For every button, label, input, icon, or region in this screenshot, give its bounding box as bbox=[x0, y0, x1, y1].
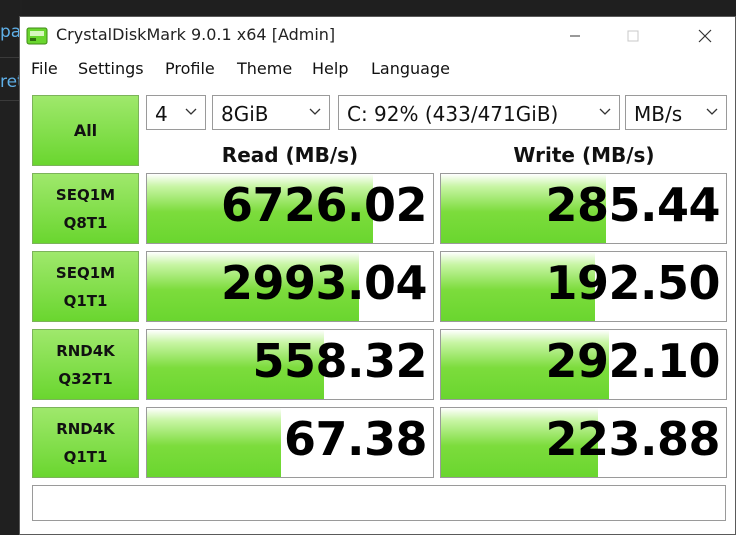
title-bar[interactable]: CrystalDiskMark 9.0.1 x64 [Admin] bbox=[20, 17, 735, 54]
write-result-seq1m-q8t1: 285.44 bbox=[440, 173, 727, 244]
test-params: Q1T1 bbox=[63, 291, 108, 310]
maximize-icon bbox=[627, 30, 639, 41]
close-icon bbox=[698, 29, 712, 42]
menu-settings[interactable]: Settings bbox=[78, 59, 144, 78]
write-header: Write (MB/s) bbox=[513, 143, 655, 167]
chevron-down-icon bbox=[706, 108, 718, 115]
read-result-rnd4k-q32t1: 558.32 bbox=[146, 329, 434, 400]
disk-icon bbox=[26, 27, 48, 45]
result-value: 67.38 bbox=[283, 412, 428, 466]
test-name: RND4K bbox=[56, 419, 115, 438]
test-count-select[interactable]: 4 bbox=[146, 95, 206, 130]
test-params: Q8T1 bbox=[63, 213, 108, 232]
benchmark-panel: All 4 8GiB C: 92% (433/471GiB) MB/s Read… bbox=[20, 87, 735, 534]
window-title: CrystalDiskMark 9.0.1 x64 [Admin] bbox=[56, 25, 336, 44]
result-value: 192.50 bbox=[545, 256, 720, 310]
unit-select[interactable]: MB/s bbox=[625, 95, 727, 130]
drive-value: C: 92% (433/471GiB) bbox=[347, 102, 559, 126]
test-name: SEQ1M bbox=[55, 263, 116, 282]
all-button[interactable]: All bbox=[32, 95, 139, 166]
unit-value: MB/s bbox=[634, 102, 683, 126]
maximize-button[interactable] bbox=[610, 17, 656, 54]
crystaldiskmark-window: CrystalDiskMark 9.0.1 x64 [Admin] File S… bbox=[19, 16, 736, 535]
chevron-down-icon bbox=[309, 108, 321, 115]
result-value: 6726.02 bbox=[220, 178, 428, 232]
minimize-icon bbox=[570, 35, 580, 36]
menu-profile[interactable]: Profile bbox=[165, 59, 215, 78]
result-value: 285.44 bbox=[545, 178, 720, 232]
test-params: Q1T1 bbox=[63, 447, 108, 466]
menu-language[interactable]: Language bbox=[371, 59, 450, 78]
result-bar bbox=[147, 408, 282, 477]
result-value: 2993.04 bbox=[220, 256, 428, 310]
write-result-rnd4k-q32t1: 292.10 bbox=[440, 329, 727, 400]
test-size-select[interactable]: 8GiB bbox=[212, 95, 330, 130]
menu-file[interactable]: File bbox=[31, 59, 58, 78]
chevron-down-icon bbox=[599, 108, 611, 115]
test-params: Q32T1 bbox=[58, 369, 113, 388]
chevron-down-icon bbox=[185, 108, 197, 115]
close-button[interactable] bbox=[682, 17, 728, 54]
read-result-rnd4k-q1t1: 67.38 bbox=[146, 407, 434, 478]
menu-bar: File Settings Profile Theme Help Languag… bbox=[20, 55, 735, 85]
write-result-seq1m-q1t1: 192.50 bbox=[440, 251, 727, 322]
read-header: Read (MB/s) bbox=[221, 143, 359, 167]
test-name: SEQ1M bbox=[55, 185, 116, 204]
test-seq1m-q1t1-button[interactable]: SEQ1M Q1T1 bbox=[32, 251, 139, 322]
menu-help[interactable]: Help bbox=[312, 59, 348, 78]
result-value: 558.32 bbox=[252, 334, 427, 388]
read-result-seq1m-q1t1: 2993.04 bbox=[146, 251, 434, 322]
test-count-value: 4 bbox=[155, 102, 168, 126]
minimize-button[interactable] bbox=[552, 17, 598, 54]
test-rnd4k-q1t1-button[interactable]: RND4K Q1T1 bbox=[32, 407, 139, 478]
drive-select[interactable]: C: 92% (433/471GiB) bbox=[338, 95, 620, 130]
result-value: 292.10 bbox=[545, 334, 720, 388]
test-name: RND4K bbox=[56, 341, 115, 360]
test-size-value: 8GiB bbox=[221, 102, 269, 126]
test-rnd4k-q32t1-button[interactable]: RND4K Q32T1 bbox=[32, 329, 139, 400]
read-result-seq1m-q8t1: 6726.02 bbox=[146, 173, 434, 244]
test-seq1m-q8t1-button[interactable]: SEQ1M Q8T1 bbox=[32, 173, 139, 244]
comment-field[interactable] bbox=[32, 485, 726, 521]
write-result-rnd4k-q1t1: 223.88 bbox=[440, 407, 727, 478]
result-value: 223.88 bbox=[545, 412, 720, 466]
menu-theme[interactable]: Theme bbox=[237, 59, 292, 78]
